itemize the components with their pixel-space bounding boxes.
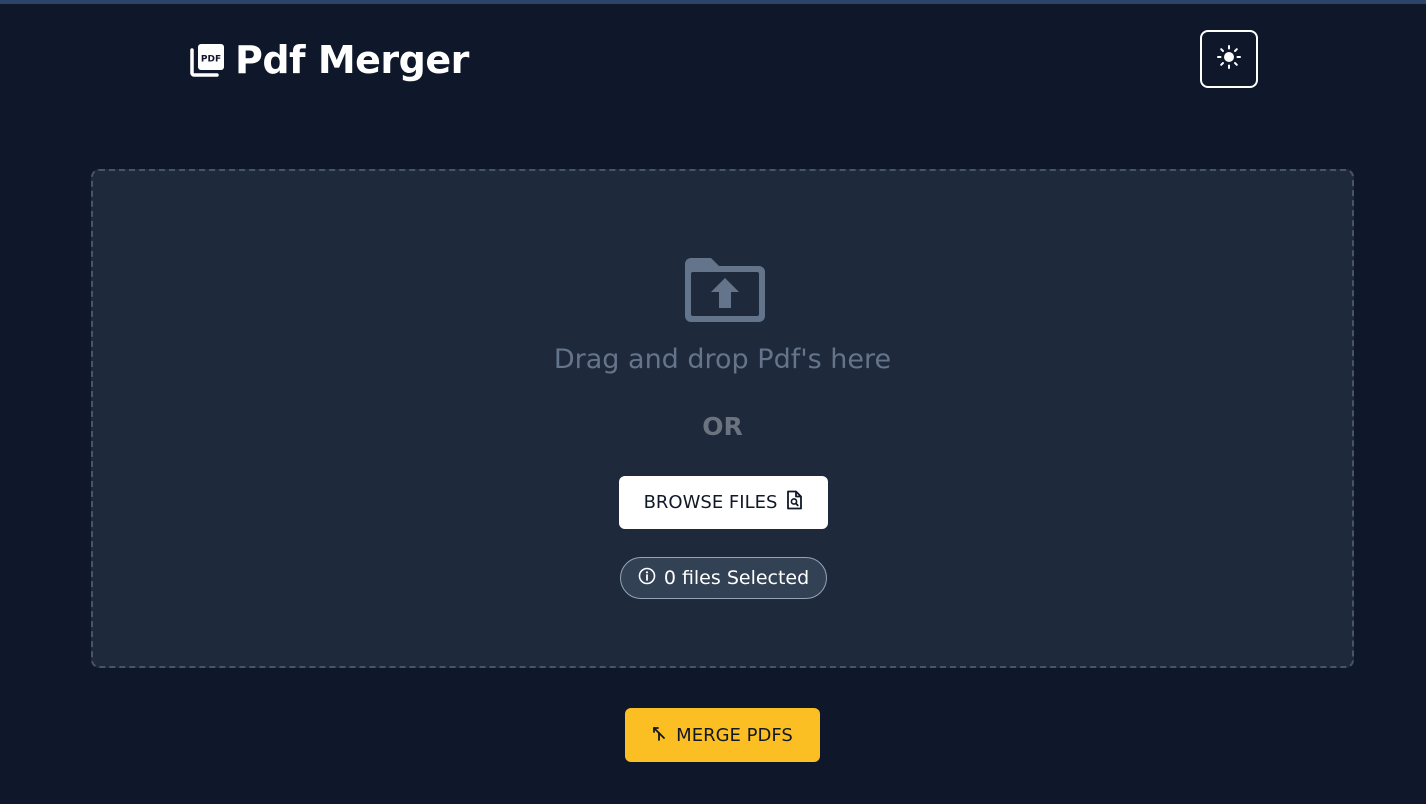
merge-pdfs-label: MERGE PDFS [676,724,793,746]
files-selected-count: 0 files Selected [663,567,810,589]
merge-icon [652,725,666,746]
file-search-icon [785,490,803,515]
pdf-dropzone[interactable]: Drag and drop Pdf's here OR BROWSE FILES… [91,169,1354,668]
or-divider-text: OR [702,412,743,441]
merge-pdfs-button[interactable]: MERGE PDFS [625,708,820,762]
folder-upload-icon [681,254,769,326]
browse-files-label: BROWSE FILES [643,492,778,513]
svg-text:PDF: PDF [201,55,221,65]
pdf-files-icon: PDF [189,42,225,78]
sun-icon [1216,44,1242,74]
info-icon [638,567,656,590]
app-title: Pdf Merger [235,38,469,82]
files-selected-badge: 0 files Selected [620,557,827,599]
brand: PDF Pdf Merger [189,38,469,82]
browse-files-button[interactable]: BROWSE FILES [619,476,828,529]
app-header: PDF Pdf Merger [0,4,1426,114]
drag-drop-instructions: Drag and drop Pdf's here [553,344,892,375]
theme-toggle-button[interactable] [1200,30,1258,88]
